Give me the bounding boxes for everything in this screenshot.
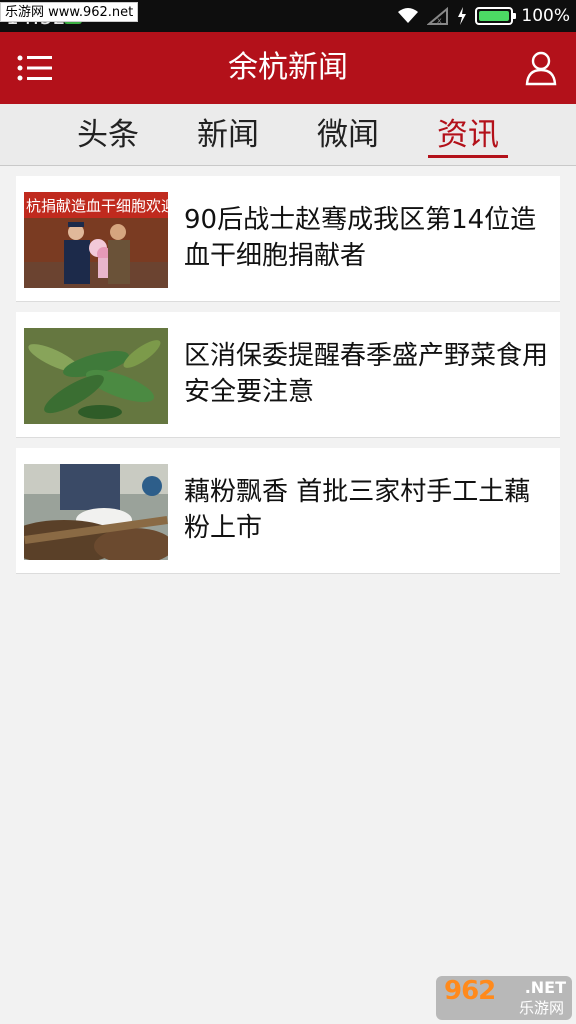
watermark-sub: 乐游网 (518, 999, 564, 1017)
news-title: 藕粉飘香 首批三家村手工土藕粉上市 (184, 477, 531, 543)
active-tab-indicator (428, 155, 508, 158)
battery-icon (475, 7, 517, 25)
status-bar: 14:52 乐游网 www.962.net x 100% (0, 0, 576, 32)
menu-button[interactable] (16, 52, 54, 84)
category-tabs: 头条 新闻 微闻 资讯 (0, 104, 576, 166)
tab-information[interactable]: 资讯 (418, 104, 518, 166)
tab-label: 头条 (77, 117, 139, 153)
app-title: 余杭新闻 (228, 50, 348, 85)
tab-news[interactable]: 新闻 (178, 104, 278, 166)
user-icon (525, 51, 557, 86)
tab-label: 微闻 (317, 117, 379, 153)
news-item[interactable]: 杭捐献造血干细胞欢迎 90后战士赵骞成我区第14位造血干细胞捐献者 (16, 176, 560, 302)
news-item[interactable]: 藕粉飘香 首批三家村手工土藕粉上市 (16, 448, 560, 574)
svg-text:x: x (437, 16, 442, 25)
tab-label: 资讯 (437, 117, 499, 153)
status-indicators: x 100% (397, 0, 570, 32)
menu-icon (17, 55, 52, 81)
app-header: 余杭新闻 (0, 32, 576, 104)
news-thumbnail (24, 328, 168, 424)
battery-percent: 100% (521, 6, 570, 26)
charging-icon (458, 7, 467, 25)
watermark-net: .NET (524, 978, 566, 997)
news-title: 90后战士赵骞成我区第14位造血干细胞捐献者 (184, 205, 537, 271)
news-thumbnail: 杭捐献造血干细胞欢迎 (24, 192, 168, 288)
thumb-banner-text: 杭捐献造血干细胞欢迎 (26, 197, 168, 215)
news-thumbnail (24, 464, 168, 560)
tab-headlines[interactable]: 头条 (58, 104, 158, 166)
wifi-icon (398, 8, 419, 23)
watermark-top: 乐游网 www.962.net (0, 2, 139, 22)
news-title: 区消保委提醒春季盛产野菜食用安全要注意 (184, 341, 549, 407)
watermark-logo: 962 .NET 乐游网 (436, 976, 572, 1020)
signal-icon: x (427, 7, 449, 25)
news-item[interactable]: 区消保委提醒春季盛产野菜食用安全要注意 (16, 312, 560, 438)
watermark-main: 962 (444, 976, 496, 1006)
tab-micro-news[interactable]: 微闻 (298, 104, 398, 166)
user-button[interactable] (524, 50, 558, 86)
tab-label: 新闻 (197, 117, 259, 153)
app-screen: 14:52 乐游网 www.962.net x 100% (0, 0, 576, 1024)
